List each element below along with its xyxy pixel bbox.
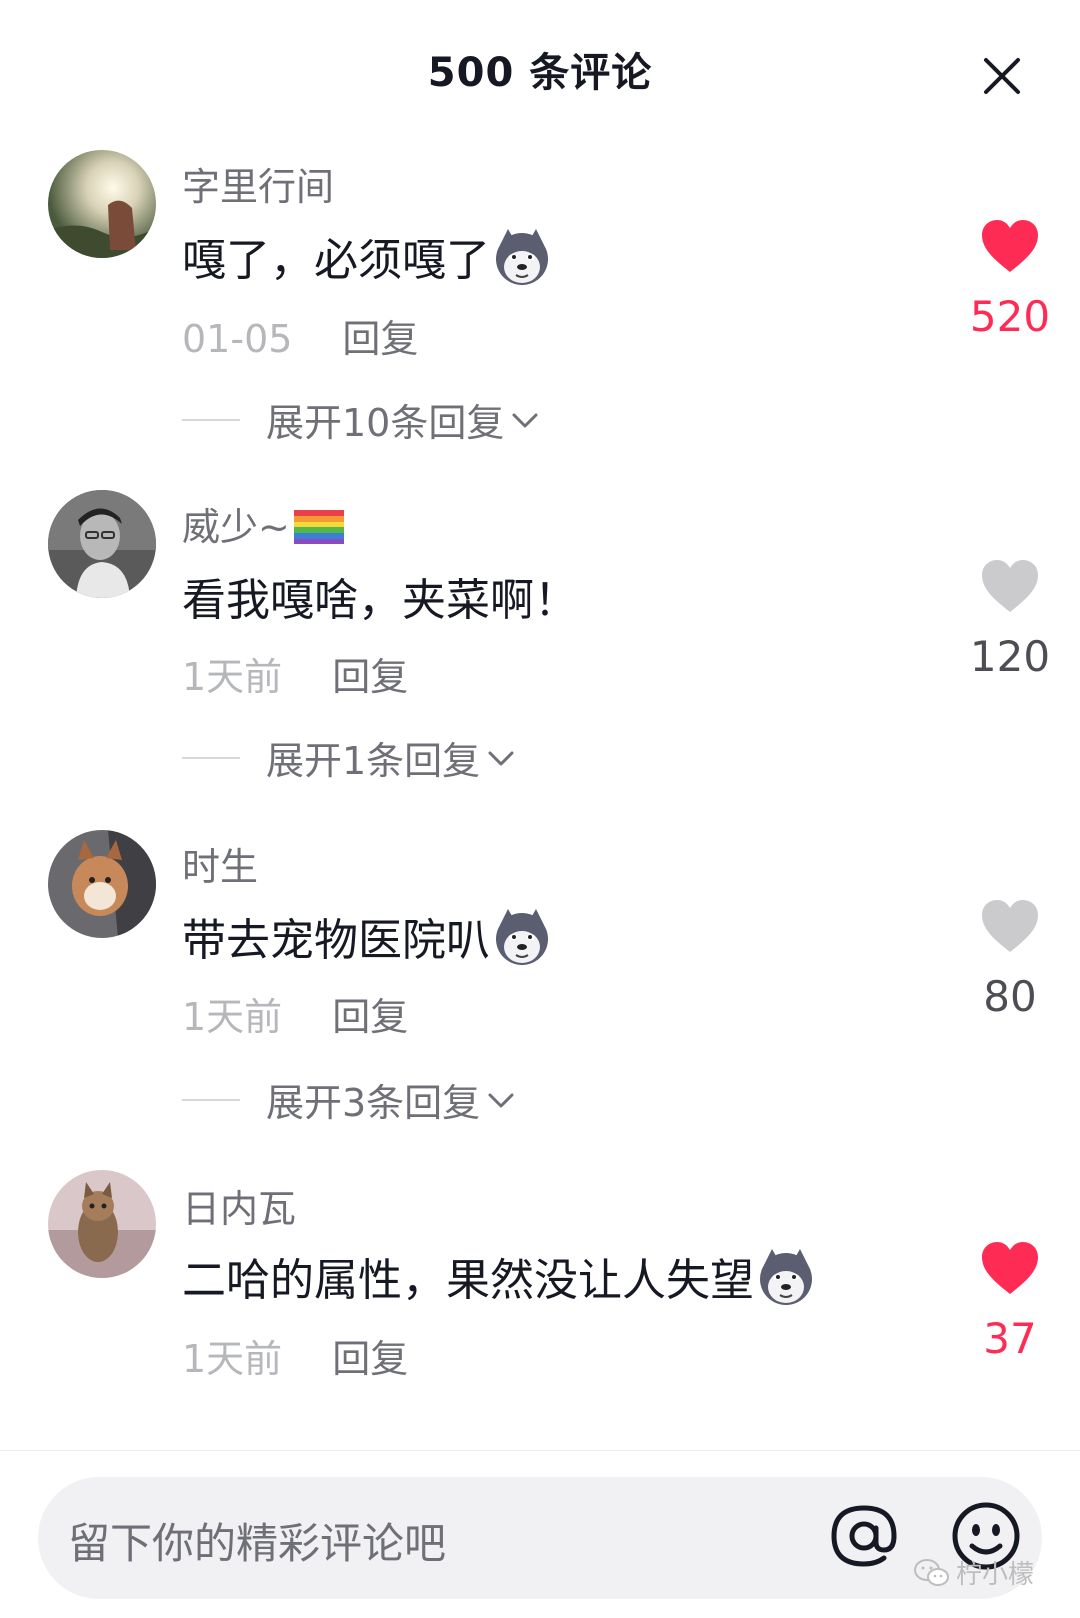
comment-text-row: 二哈的属性，果然没让人失望 bbox=[182, 1244, 816, 1308]
comment-text-row: 嘎了，必须嘎了 bbox=[182, 224, 552, 288]
heart-outline-icon bbox=[982, 900, 1038, 952]
reply-button[interactable]: 回复 bbox=[332, 1337, 408, 1381]
comments-header: 500 条评论 bbox=[0, 0, 1080, 140]
like-button[interactable]: 37 bbox=[960, 1240, 1060, 1363]
heart-outline-icon bbox=[982, 560, 1038, 612]
like-count: 520 bbox=[969, 292, 1051, 341]
comment-username[interactable]: 时生 bbox=[182, 836, 258, 891]
like-button[interactable]: 520 bbox=[960, 218, 1060, 341]
reply-button[interactable]: 回复 bbox=[332, 995, 408, 1039]
reply-button[interactable]: 回复 bbox=[332, 655, 408, 699]
comment-meta: 01-05 回复 bbox=[182, 308, 418, 363]
comment-meta: 1天前 回复 bbox=[182, 646, 408, 701]
comment-input-placeholder[interactable]: 留下你的精彩评论吧 bbox=[68, 1510, 446, 1571]
expand-replies-label: 展开1条回复 bbox=[266, 739, 481, 783]
comment-meta: 1天前 回复 bbox=[182, 1328, 408, 1383]
like-button[interactable]: 120 bbox=[960, 558, 1060, 681]
divider bbox=[182, 756, 240, 759]
expand-replies-label: 展开10条回复 bbox=[266, 401, 505, 445]
comment-time: 01-05 bbox=[182, 317, 293, 361]
comment-text-row: 带去宠物医院叭 bbox=[182, 904, 552, 968]
at-icon[interactable] bbox=[826, 1498, 902, 1574]
heart-filled-icon bbox=[982, 220, 1038, 272]
chevron-down-icon bbox=[488, 751, 514, 765]
comments-count-title: 500 条评论 bbox=[427, 50, 653, 96]
comment-text: 带去宠物医院叭 bbox=[182, 915, 490, 966]
comment-text: 二哈的属性，果然没让人失望 bbox=[182, 1255, 754, 1306]
comment-username[interactable]: 日内瓦 bbox=[182, 1178, 296, 1233]
comment-username[interactable]: 威少~ bbox=[182, 505, 290, 549]
comment-meta: 1天前 回复 bbox=[182, 986, 408, 1041]
avatar[interactable] bbox=[48, 1170, 156, 1278]
husky-dog-emoji bbox=[496, 229, 548, 285]
avatar[interactable] bbox=[48, 150, 156, 258]
comment-text: 看我嘎啥，夹菜啊！ bbox=[182, 575, 578, 626]
like-count: 37 bbox=[983, 1314, 1037, 1363]
like-count: 80 bbox=[983, 972, 1037, 1021]
rainbow-flag-emoji bbox=[293, 510, 344, 544]
comment-time: 1天前 bbox=[182, 1337, 283, 1381]
close-icon[interactable] bbox=[976, 50, 1028, 102]
comment-time: 1天前 bbox=[182, 995, 283, 1039]
comment-username-row: 威少~ bbox=[182, 496, 344, 551]
comment-text: 嘎了，必须嘎了 bbox=[182, 235, 490, 286]
comment-time: 1天前 bbox=[182, 655, 283, 699]
expand-replies-button[interactable]: 展开1条回复 bbox=[182, 730, 518, 785]
watermark: 柠小檬 bbox=[914, 1554, 1034, 1591]
watermark-text: 柠小檬 bbox=[956, 1560, 1035, 1590]
husky-dog-emoji bbox=[760, 1249, 812, 1305]
chevron-down-icon bbox=[512, 413, 538, 427]
comment-username[interactable]: 字里行间 bbox=[182, 156, 334, 211]
divider bbox=[182, 418, 240, 421]
reply-button[interactable]: 回复 bbox=[342, 317, 418, 361]
heart-filled-icon bbox=[982, 1242, 1038, 1294]
expand-replies-button[interactable]: 展开3条回复 bbox=[182, 1072, 518, 1127]
avatar[interactable] bbox=[48, 830, 156, 938]
wechat-icon bbox=[914, 1558, 949, 1586]
husky-dog-emoji bbox=[496, 909, 548, 965]
like-button[interactable]: 80 bbox=[960, 898, 1060, 1021]
expand-replies-button[interactable]: 展开10条回复 bbox=[182, 392, 542, 447]
chevron-down-icon bbox=[488, 1093, 514, 1107]
avatar[interactable] bbox=[48, 490, 156, 598]
like-count: 120 bbox=[969, 632, 1051, 681]
divider bbox=[182, 1098, 240, 1101]
comments-sheet: 500 条评论 字里行间 嘎了，必须嘎了 01-05 回复 展开10条回复 520 bbox=[0, 0, 1080, 1618]
expand-replies-label: 展开3条回复 bbox=[266, 1081, 481, 1125]
